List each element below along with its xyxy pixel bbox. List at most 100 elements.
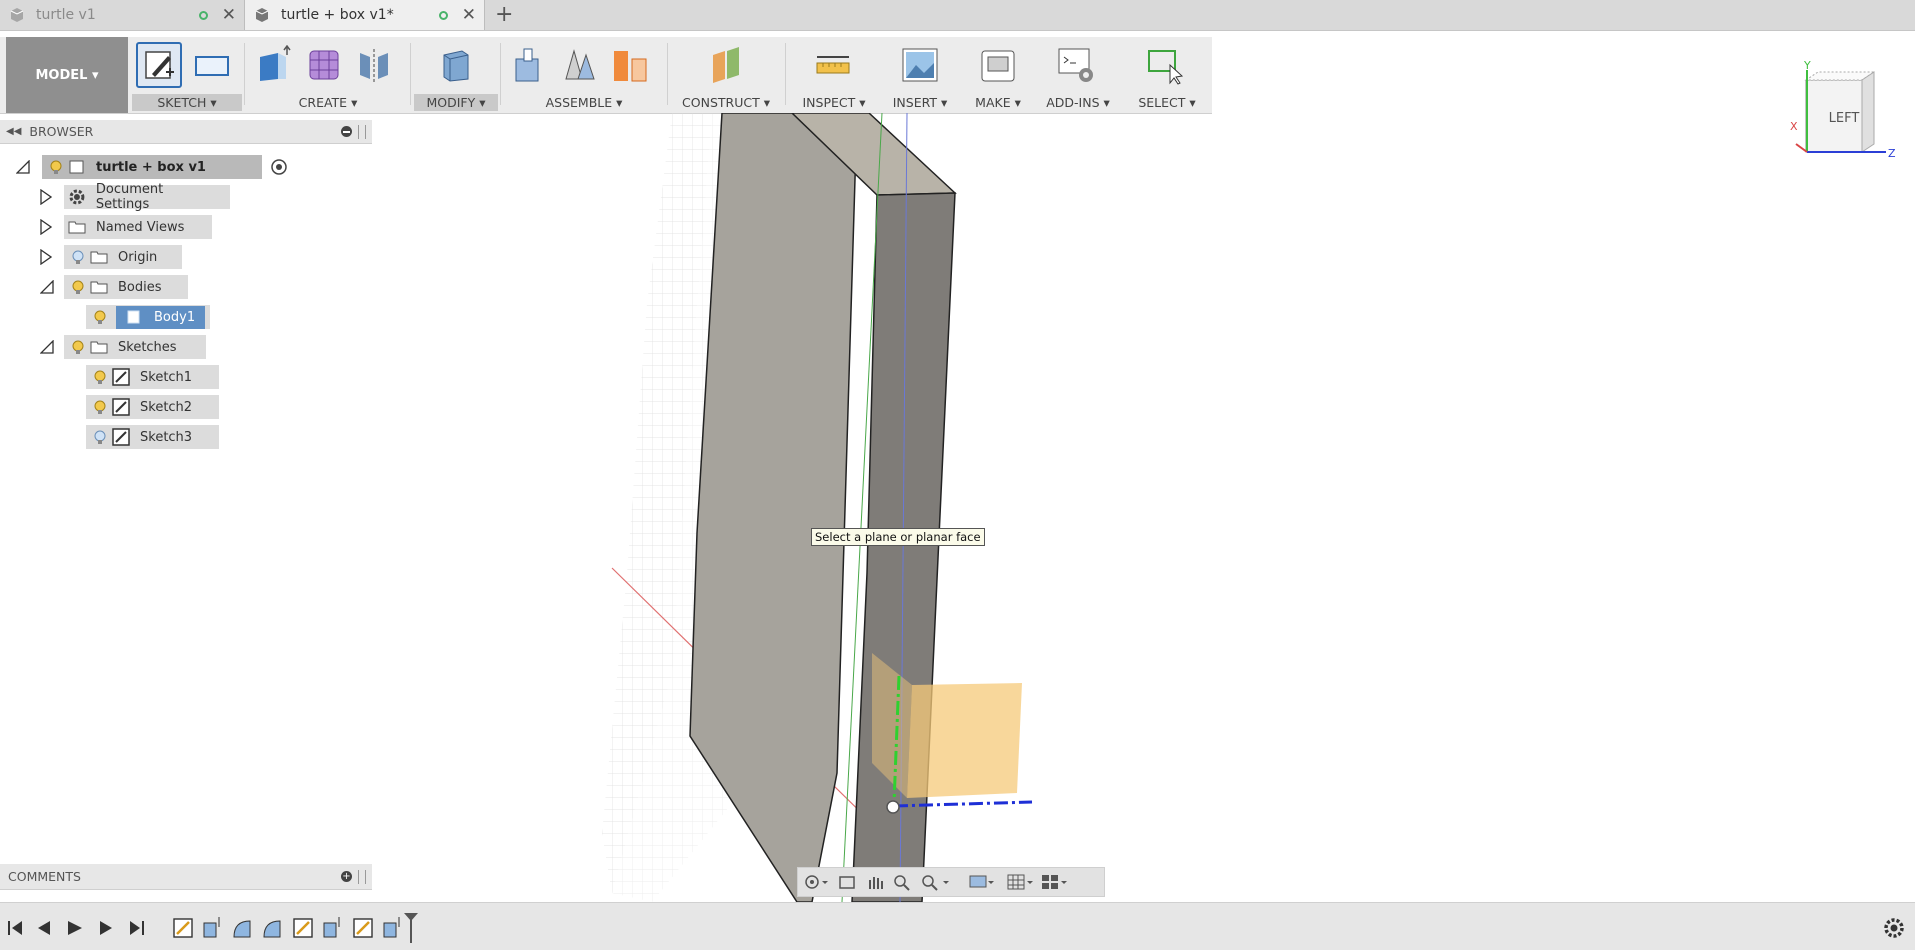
timeline-extrude-feature-icon[interactable] xyxy=(203,917,220,938)
browser-item-named-views[interactable]: Named Views xyxy=(40,215,212,239)
folder-icon xyxy=(68,221,86,234)
collapse-arrow-icon[interactable] xyxy=(40,340,54,354)
timeline-fillet-feature-icon[interactable] xyxy=(233,920,251,938)
comments-header[interactable]: COMMENTS + xyxy=(0,864,372,890)
toolbar-divider xyxy=(785,43,786,105)
tab-turtle-box-v1[interactable]: turtle + box v1* ✕ xyxy=(245,0,485,30)
browser-item-sketches[interactable]: Sketches xyxy=(40,335,206,359)
select-icon[interactable] xyxy=(1146,45,1186,85)
grid-snaps-icon[interactable] xyxy=(1007,874,1033,890)
add-comment-icon[interactable]: + xyxy=(341,871,352,882)
viewcube-face-label[interactable]: LEFT xyxy=(1829,111,1860,126)
panel-grip-icon[interactable] xyxy=(358,124,366,139)
browser-item-sketch1[interactable]: Sketch1 xyxy=(86,365,219,389)
browser-item-origin[interactable]: Origin xyxy=(40,245,182,269)
timeline-sketch-feature-icon[interactable] xyxy=(293,918,313,938)
visibility-bulb-icon[interactable] xyxy=(72,250,84,265)
close-tab-icon[interactable]: ✕ xyxy=(462,5,476,25)
browser-collapse-icon[interactable] xyxy=(341,126,352,137)
browser-root-node[interactable]: turtle + box v1 xyxy=(16,155,288,179)
mirror-icon[interactable] xyxy=(354,45,394,85)
3d-print-icon[interactable] xyxy=(978,45,1018,85)
close-tab-icon[interactable]: ✕ xyxy=(222,5,236,25)
timeline-extrude-feature-icon[interactable] xyxy=(323,917,340,938)
measure-icon[interactable] xyxy=(813,45,853,85)
expand-arrow-icon[interactable] xyxy=(40,189,52,205)
joint-icon[interactable] xyxy=(560,45,600,85)
zoom-icon[interactable] xyxy=(894,875,910,891)
press-pull-icon[interactable] xyxy=(436,45,476,85)
document-icon xyxy=(255,8,269,22)
timeline-marker[interactable] xyxy=(404,913,418,943)
fit-icon[interactable] xyxy=(922,875,949,891)
create-form-icon[interactable] xyxy=(304,45,344,85)
expand-arrow-icon[interactable] xyxy=(40,249,52,265)
tab-turtle-v1[interactable]: turtle v1 ✕ xyxy=(0,0,245,30)
display-settings-icon[interactable] xyxy=(969,875,994,888)
browser-item-document-settings[interactable]: Document Settings xyxy=(40,182,230,212)
activate-component-icon[interactable] xyxy=(270,158,288,176)
browser-item-body1[interactable]: Body1 xyxy=(86,305,210,329)
document-icon xyxy=(10,8,24,22)
go-to-start-icon[interactable] xyxy=(8,921,22,935)
viewports-icon[interactable] xyxy=(1042,875,1067,889)
viewcube[interactable]: LEFT Y Z X xyxy=(1790,60,1900,160)
extrude-icon[interactable] xyxy=(254,45,294,85)
sketch-origin-point[interactable] xyxy=(886,800,900,814)
timeline-settings-gear-icon[interactable] xyxy=(1883,917,1905,939)
look-at-icon[interactable] xyxy=(839,876,855,889)
sync-status-icon xyxy=(198,10,208,20)
browser-header[interactable]: ◀◀ BROWSER xyxy=(0,120,372,144)
collapse-arrow-icon[interactable] xyxy=(16,160,30,174)
play-icon[interactable] xyxy=(68,921,82,935)
visibility-bulb-icon[interactable] xyxy=(94,400,106,415)
visibility-bulb-icon[interactable] xyxy=(72,280,84,295)
assemble-menu[interactable]: ASSEMBLE ▾ xyxy=(504,94,664,111)
visibility-bulb-icon[interactable] xyxy=(72,340,84,355)
as-built-joint-icon[interactable] xyxy=(610,45,650,85)
construct-menu[interactable]: CONSTRUCT ▾ xyxy=(671,94,781,111)
timeline-fillet-feature-icon[interactable] xyxy=(263,920,281,938)
timeline-extrude-feature-icon[interactable] xyxy=(383,917,400,938)
modify-menu[interactable]: MODIFY ▾ xyxy=(414,94,498,111)
step-back-icon[interactable] xyxy=(38,921,50,935)
timeline-sketch-feature-icon[interactable] xyxy=(353,918,373,938)
go-to-end-icon[interactable] xyxy=(130,921,144,935)
new-tab-icon[interactable]: + xyxy=(495,2,513,27)
select-menu[interactable]: SELECT ▾ xyxy=(1124,94,1210,111)
model-viewport[interactable] xyxy=(372,113,1915,902)
visibility-bulb-icon[interactable] xyxy=(94,370,106,385)
pan-icon[interactable] xyxy=(869,877,883,889)
panel-grip-icon[interactable] xyxy=(358,869,366,884)
folder-icon xyxy=(90,251,108,264)
create-sketch-button[interactable] xyxy=(136,42,182,88)
orbit-icon[interactable] xyxy=(805,875,828,889)
sketch-menu[interactable]: SKETCH ▾ xyxy=(132,94,242,111)
make-menu[interactable]: MAKE ▾ xyxy=(960,94,1036,111)
toolbar-divider xyxy=(500,43,501,105)
browser-item-bodies[interactable]: Bodies xyxy=(40,275,188,299)
scripts-addins-icon[interactable] xyxy=(1056,45,1096,85)
insert-menu[interactable]: INSERT ▾ xyxy=(880,94,960,111)
timeline-sketch-feature-icon[interactable] xyxy=(173,918,193,938)
expand-arrow-icon[interactable] xyxy=(40,219,52,235)
create-menu[interactable]: CREATE ▾ xyxy=(248,94,408,111)
visibility-bulb-icon[interactable] xyxy=(94,430,106,445)
stop-sketch-icon[interactable] xyxy=(192,45,232,85)
browser-item-sketch3[interactable]: Sketch3 xyxy=(86,425,219,449)
visibility-bulb-icon[interactable] xyxy=(94,310,106,325)
select-group: SELECT ▾ xyxy=(1124,37,1210,113)
browser-item-sketch2[interactable]: Sketch2 xyxy=(86,395,219,419)
inspect-menu[interactable]: INSPECT ▾ xyxy=(789,94,879,111)
offset-plane-icon[interactable] xyxy=(707,45,747,85)
new-component-icon[interactable] xyxy=(510,45,550,85)
step-forward-icon[interactable] xyxy=(100,921,112,935)
visibility-bulb-icon[interactable] xyxy=(50,160,62,175)
insert-image-icon[interactable] xyxy=(900,45,940,85)
addins-menu[interactable]: ADD-INS ▾ xyxy=(1036,94,1120,111)
collapse-panel-icon[interactable]: ◀◀ xyxy=(6,126,21,137)
workspace-switcher[interactable]: MODEL ▾ xyxy=(6,37,128,113)
toolbar-divider xyxy=(667,43,668,105)
selection-tooltip: Select a plane or planar face xyxy=(811,528,985,546)
collapse-arrow-icon[interactable] xyxy=(40,280,54,294)
